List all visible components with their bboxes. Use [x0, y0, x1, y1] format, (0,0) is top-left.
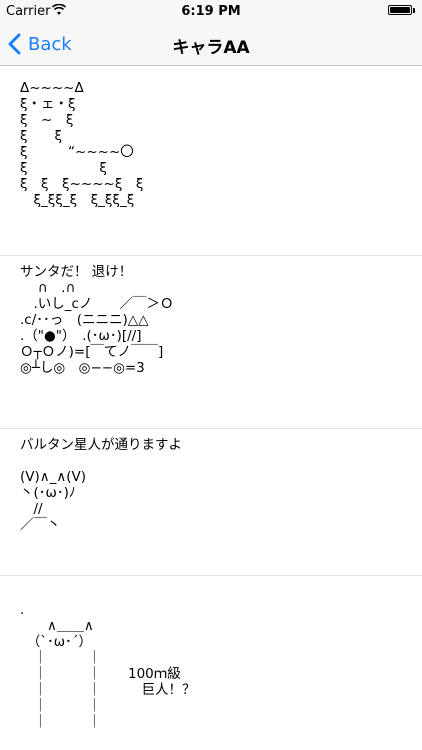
- navigation-bar: Back キャラAA: [0, 22, 422, 66]
- list-item[interactable]: サンタだ！ 退け！ ∩ .∩ .いし_cノ ／￣＞Ｏ .c/･･っ (ニニニ)△…: [0, 256, 422, 429]
- aa-list[interactable]: Δ~~~~Δ ξ・ェ・ξ ξ ~ ξ ξ ξ ξ “~~~~〇 ξ ξ ξ ξ …: [0, 66, 422, 750]
- ascii-art: Δ~~~~Δ ξ・ェ・ξ ξ ~ ξ ξ ξ ξ “~~~~〇 ξ ξ ξ ξ …: [20, 80, 144, 208]
- ascii-art: . ∧＿＿∧ （`･ω･´） ｜ ｜ ｜ ｜ 100ｍ級 ｜ ｜ 巨人！？ ｜ …: [20, 602, 196, 730]
- battery-icon: [388, 5, 415, 15]
- ascii-art: バルタン星人が通りますよ (V)∧_∧(V) 丶(･ω･)ﾉ // ／￣丶: [20, 437, 182, 533]
- clock: 6:19 PM: [181, 4, 241, 19]
- page-title: キャラAA: [172, 38, 250, 58]
- ascii-art: サンタだ！ 退け！ ∩ .∩ .いし_cノ ／￣＞Ｏ .c/･･っ (ニニニ)△…: [20, 264, 174, 376]
- list-item[interactable]: バルタン星人が通りますよ (V)∧_∧(V) 丶(･ω･)ﾉ // ／￣丶: [0, 429, 422, 576]
- status-bar: Carrier 6:19 PM: [0, 0, 422, 22]
- list-item[interactable]: . ∧＿＿∧ （`･ω･´） ｜ ｜ ｜ ｜ 100ｍ級 ｜ ｜ 巨人！？ ｜ …: [0, 576, 422, 750]
- list-item[interactable]: Δ~~~~Δ ξ・ェ・ξ ξ ~ ξ ξ ξ ξ “~~~~〇 ξ ξ ξ ξ …: [0, 66, 422, 256]
